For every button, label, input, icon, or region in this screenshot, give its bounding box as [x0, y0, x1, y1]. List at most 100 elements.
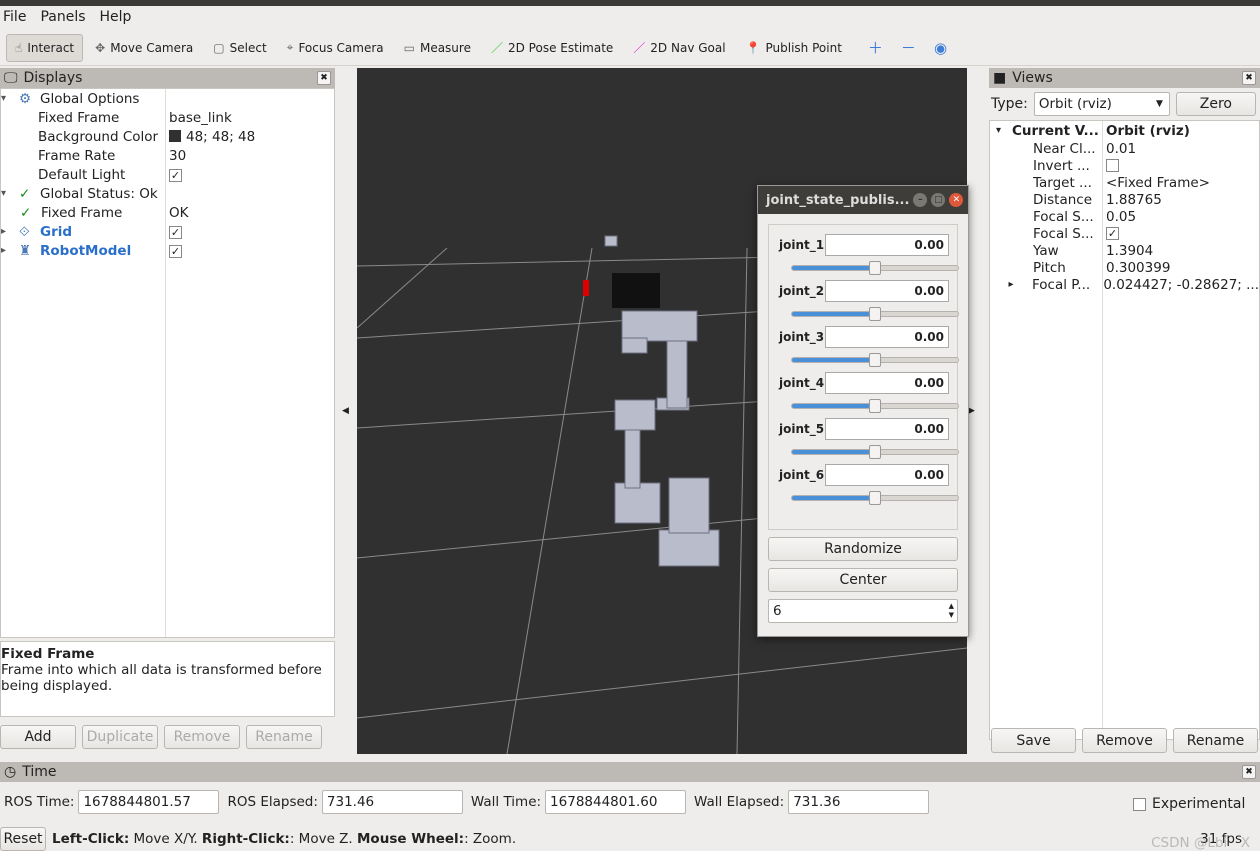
save-view-button[interactable]: Save: [991, 728, 1076, 753]
joint-slider[interactable]: [791, 261, 959, 275]
tool-publish-point[interactable]: 📍 Publish Point: [738, 35, 850, 61]
joint-value-field[interactable]: 0.00: [825, 418, 949, 440]
joint-slider[interactable]: [791, 491, 959, 505]
collapse-right-handle[interactable]: ▶: [968, 68, 982, 754]
tool-focus-camera[interactable]: ⌖ Focus Camera: [279, 34, 392, 61]
joint-slider[interactable]: [791, 307, 959, 321]
tool-2d-nav-goal[interactable]: ／ 2D Nav Goal: [625, 33, 733, 62]
display-row[interactable]: Default Light ✓: [1, 165, 334, 184]
joint-value-field[interactable]: 0.00: [825, 464, 949, 486]
view-property-row[interactable]: Distance 1.88765: [990, 191, 1259, 208]
row-value[interactable]: ✓: [1106, 227, 1119, 240]
display-row[interactable]: ▸ ♜ RobotModel ✓: [1, 241, 334, 260]
maximize-icon[interactable]: □: [931, 193, 946, 207]
ros-elapsed-field[interactable]: 731.46: [321, 790, 463, 814]
display-row[interactable]: Frame Rate 30: [1, 146, 334, 165]
display-row[interactable]: ▸ ⟐ Grid ✓: [1, 222, 334, 241]
display-row[interactable]: Fixed Frame base_link: [1, 108, 334, 127]
expand-arrow-icon[interactable]: ▾: [990, 125, 1012, 136]
slider-handle[interactable]: [869, 399, 881, 413]
close-icon[interactable]: ✖: [1242, 765, 1256, 779]
row-label: Fixed Frame: [38, 109, 120, 126]
rename-view-button[interactable]: Rename: [1173, 728, 1258, 753]
view-property-row[interactable]: Pitch 0.300399: [990, 259, 1259, 276]
center-button[interactable]: Center: [768, 568, 958, 592]
camera-view-icon[interactable]: ◉: [934, 39, 947, 57]
slider-handle[interactable]: [869, 261, 881, 275]
remove-display-button[interactable]: Remove: [164, 725, 240, 749]
ros-time-field[interactable]: 1678844801.57: [78, 790, 220, 814]
jsp-titlebar[interactable]: joint_state_publis... – □ ✕: [758, 186, 968, 214]
joint-value-field[interactable]: 0.00: [825, 326, 949, 348]
view-property-row[interactable]: Invert ...: [990, 157, 1259, 174]
spin-arrows-icon[interactable]: ▲ ▼: [949, 602, 954, 620]
joint-slider[interactable]: [791, 445, 959, 459]
slider-handle[interactable]: [869, 307, 881, 321]
view-property-row[interactable]: Focal S... ✓: [990, 225, 1259, 242]
reset-button[interactable]: Reset: [0, 826, 46, 851]
expand-arrow-icon[interactable]: ▸: [1, 226, 19, 237]
tool-select[interactable]: ▢ Select: [205, 35, 274, 61]
wall-elapsed-field[interactable]: 731.36: [788, 790, 930, 814]
joint-slider[interactable]: [791, 399, 959, 413]
row-value[interactable]: ✓: [169, 244, 182, 258]
view-property-row[interactable]: Near Cl... 0.01: [990, 140, 1259, 157]
rename-display-button[interactable]: Rename: [246, 725, 322, 749]
add-display-button[interactable]: Add: [0, 725, 76, 749]
duplicate-display-button[interactable]: Duplicate: [82, 725, 158, 749]
slider-handle[interactable]: [869, 445, 881, 459]
menu-file[interactable]: File: [3, 9, 26, 25]
tool-measure[interactable]: ▭ Measure: [396, 35, 479, 61]
view-property-row[interactable]: Yaw 1.3904: [990, 242, 1259, 259]
view-property-row[interactable]: Target ... <Fixed Frame>: [990, 174, 1259, 191]
joint-count-spinbox[interactable]: 6 ▲ ▼: [768, 599, 958, 623]
row-value[interactable]: [1106, 159, 1119, 172]
row-value: 0.01: [1106, 140, 1137, 157]
expand-arrow-icon[interactable]: ▾: [1, 93, 19, 104]
watermark: CSDN @Lbi X: [1151, 834, 1250, 851]
slider-handle[interactable]: [869, 491, 881, 505]
zero-button[interactable]: Zero: [1175, 92, 1256, 116]
ruler-icon: ▭: [403, 40, 415, 55]
zoom-out-icon[interactable]: －: [901, 37, 916, 58]
joint-value-field[interactable]: 0.00: [825, 234, 949, 256]
display-row[interactable]: ✓ Fixed Frame OK: [1, 203, 334, 222]
view-property-row[interactable]: Focal S... 0.05: [990, 208, 1259, 225]
current-view-row[interactable]: ▾ Current V... Orbit (rviz): [990, 121, 1259, 140]
display-row[interactable]: Background Color 48; 48; 48: [1, 127, 334, 146]
view-type-select[interactable]: Orbit (rviz) ▼: [1033, 92, 1170, 116]
row-label: Frame Rate: [38, 147, 116, 164]
menu-panels[interactable]: Panels: [40, 9, 85, 25]
randomize-button[interactable]: Randomize: [768, 537, 958, 561]
remove-view-button[interactable]: Remove: [1082, 728, 1167, 753]
tool-2d-pose-estimate[interactable]: ／ 2D Pose Estimate: [483, 33, 621, 62]
joint-slider[interactable]: [791, 353, 959, 367]
view-property-row[interactable]: ▸ Focal P... 0.024427; -0.28627; ...: [990, 276, 1259, 293]
expand-arrow-icon[interactable]: ▸: [990, 279, 1032, 290]
joint-value-field[interactable]: 0.00: [825, 280, 949, 302]
row-value[interactable]: ✓: [169, 225, 182, 239]
close-icon[interactable]: ✕: [949, 193, 964, 207]
tool-move-camera[interactable]: ✥ Move Camera: [87, 35, 201, 61]
slider-handle[interactable]: [869, 353, 881, 367]
row-value[interactable]: ✓: [169, 168, 182, 182]
expand-arrow-icon[interactable]: ▸: [1, 245, 19, 256]
checkbox[interactable]: [1133, 797, 1146, 811]
expand-arrow-icon[interactable]: ▾: [1, 188, 19, 199]
collapse-left-handle[interactable]: ◀: [342, 68, 356, 754]
map-pin-icon: 📍: [745, 40, 761, 55]
display-row[interactable]: ▾ ✓ Global Status: Ok: [1, 184, 334, 203]
time-fields: ROS Time: 1678844801.57 ROS Elapsed: 731…: [4, 790, 930, 814]
color-swatch[interactable]: [169, 129, 181, 142]
close-icon[interactable]: ✖: [317, 71, 331, 85]
zoom-in-icon[interactable]: ＋: [868, 37, 883, 58]
wall-time-field[interactable]: 1678844801.60: [545, 790, 687, 814]
experimental-checkbox[interactable]: Experimental: [1133, 796, 1245, 812]
status-bar: Reset Left-Click: Move X/Y. Right-Click:…: [0, 826, 1260, 851]
menu-help[interactable]: Help: [100, 9, 132, 25]
tool-interact[interactable]: ☝ Interact: [6, 33, 84, 62]
close-icon[interactable]: ✖: [1242, 71, 1256, 85]
joint-value-field[interactable]: 0.00: [825, 372, 949, 394]
display-row[interactable]: ▾ ⚙ Global Options: [1, 89, 334, 108]
minimize-icon[interactable]: –: [913, 193, 928, 207]
